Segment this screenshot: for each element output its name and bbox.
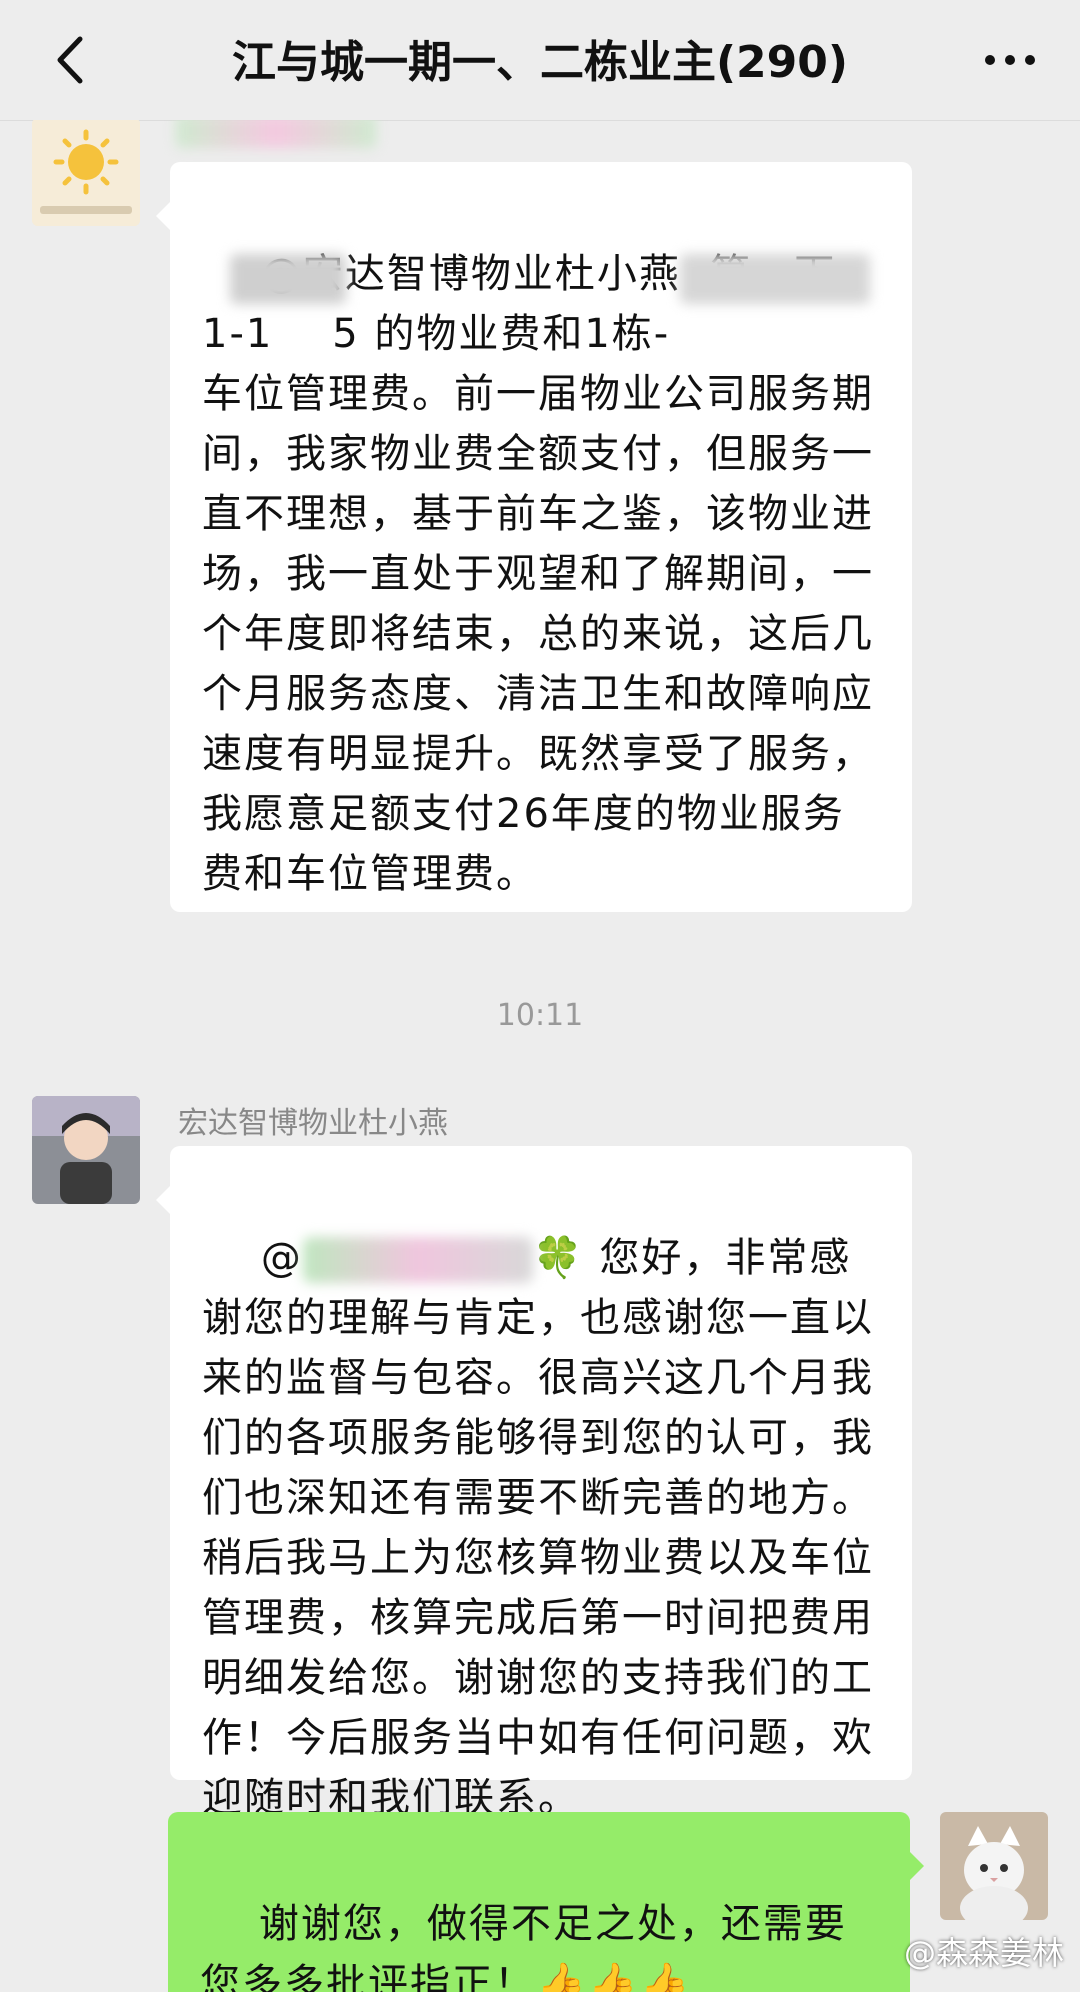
- message-bubble[interactable]: @宏达智博物业杜小燕 算一下 1-1 5 的物业费和1栋- 车位管理费。前一届物…: [156, 162, 912, 912]
- avatar[interactable]: [32, 120, 140, 226]
- more-button[interactable]: [970, 20, 1050, 100]
- message-bubble-outgoing[interactable]: 谢谢您，做得不足之处，还需要您多多批评指正！👍👍👍: [168, 1812, 924, 1992]
- message-text: @宏达智博物业杜小燕 算一下 1-1 5 的物业费和1栋- 车位管理费。前一届物…: [202, 251, 874, 897]
- ellipsis-icon: [985, 55, 1035, 65]
- nav-bar: 江与城一期一、二栋业主(290): [0, 0, 1080, 121]
- cat-avatar-icon: [940, 1812, 1048, 1920]
- thumbs-up-emoji: 👍👍👍: [536, 1961, 692, 1992]
- sun-avatar-icon: [32, 120, 140, 226]
- back-button[interactable]: [30, 20, 110, 100]
- message-text: 谢谢您，做得不足之处，还需要您多多批评指正！: [200, 1901, 847, 1992]
- message-text: 您好，非常感谢您的理解与肯定，也感谢您一直以来的监督与包容。很高兴这几个月我们的…: [202, 1235, 874, 1821]
- chevron-left-icon: [57, 36, 83, 84]
- redacted-sender-name: [176, 120, 376, 148]
- redacted-text: [230, 254, 346, 304]
- chat-title: 江与城一期一、二栋业主(290): [231, 37, 849, 88]
- avatar[interactable]: [32, 1096, 140, 1204]
- avatar[interactable]: [940, 1812, 1048, 1920]
- redacted-text: [680, 254, 870, 304]
- boy-avatar-icon: [32, 1096, 140, 1204]
- timestamp: 10:11: [496, 998, 584, 1033]
- mention-prefix: @: [260, 1235, 303, 1281]
- redacted-mention: [302, 1237, 533, 1283]
- clover-emoji: 🍀: [532, 1235, 585, 1281]
- sender-name: 宏达智博物业杜小燕: [178, 1106, 448, 1141]
- message-bubble[interactable]: @ 🍀 您好，非常感谢您的理解与肯定，也感谢您一直以来的监督与包容。很高兴这几个月…: [156, 1146, 912, 1821]
- watermark: @森森姜林: [903, 1934, 1064, 1972]
- message-list[interactable]: @宏达智博物业杜小燕 算一下 1-1 5 的物业费和1栋- 车位管理费。前一届物…: [0, 120, 1080, 1992]
